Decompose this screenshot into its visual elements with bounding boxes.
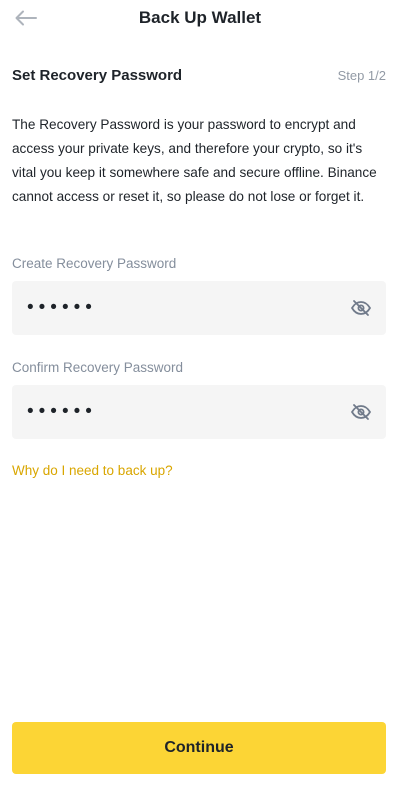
create-password-label: Create Recovery Password xyxy=(12,256,177,271)
section-header: Set Recovery Password Step 1/2 xyxy=(12,67,386,84)
step-indicator: Step 1/2 xyxy=(337,68,386,83)
continue-button[interactable]: Continue xyxy=(12,722,386,774)
create-password-field[interactable]: •••••• xyxy=(12,281,386,335)
confirm-password-label: Confirm Recovery Password xyxy=(12,360,184,375)
create-password-masked-value: •••••• xyxy=(27,297,97,318)
confirm-password-field[interactable]: •••••• xyxy=(12,385,386,439)
confirm-password-masked-value: •••••• xyxy=(27,401,97,422)
section-title: Set Recovery Password xyxy=(12,67,183,84)
description-text: The Recovery Password is your password t… xyxy=(12,117,377,204)
eye-slash-icon xyxy=(351,404,371,420)
confirm-password-visibility-toggle[interactable] xyxy=(350,401,372,423)
eye-slash-icon xyxy=(351,300,371,316)
page-title: Back Up Wallet xyxy=(138,8,262,27)
why-backup-link[interactable]: Why do I need to back up? xyxy=(12,463,173,478)
header: Back Up Wallet xyxy=(0,0,400,40)
create-password-visibility-toggle[interactable] xyxy=(350,297,372,319)
